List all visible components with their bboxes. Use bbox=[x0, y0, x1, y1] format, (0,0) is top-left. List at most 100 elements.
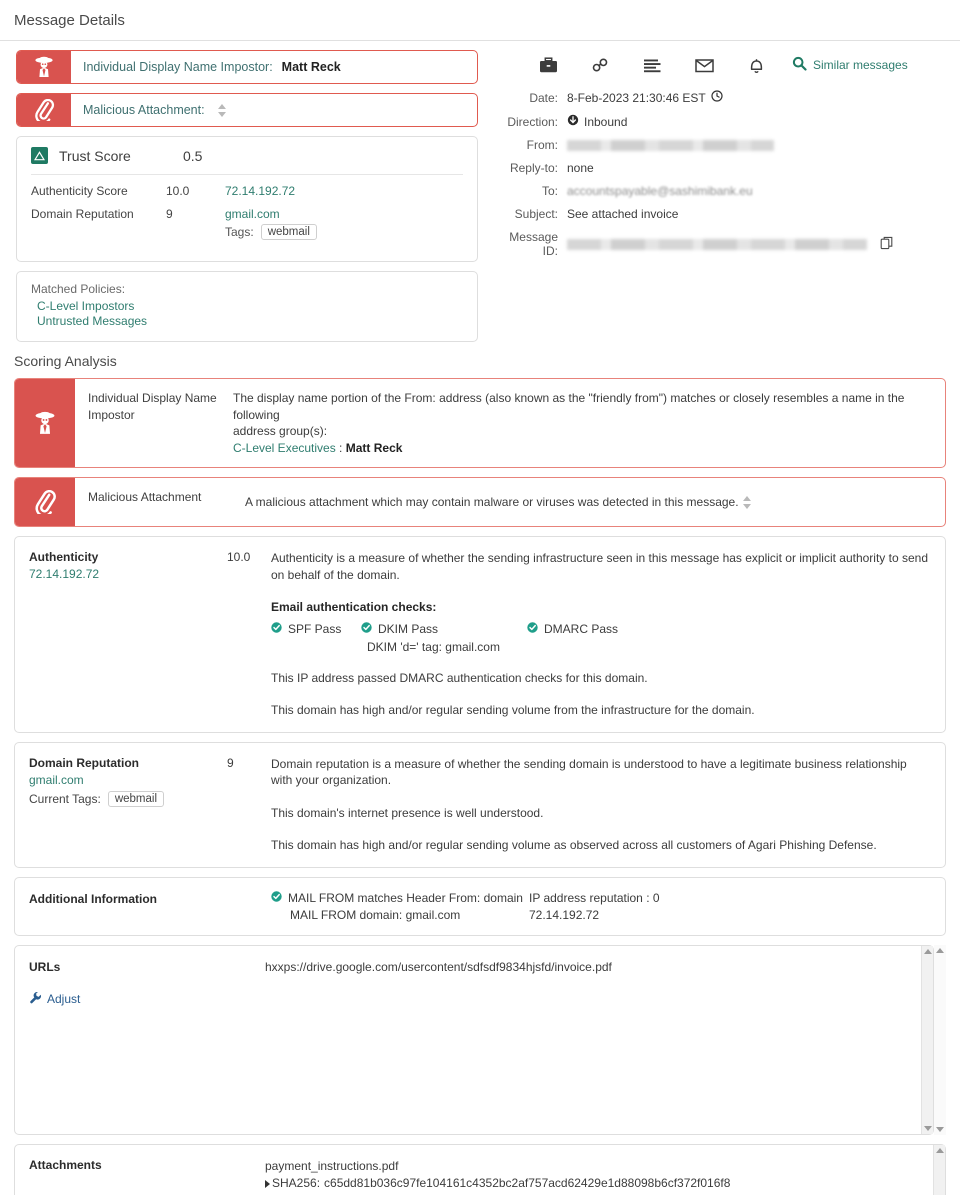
row-score: 9 bbox=[166, 207, 173, 221]
domain-link[interactable]: gmail.com bbox=[29, 773, 219, 787]
alert-malicious-attachment[interactable]: Malicious Attachment: bbox=[16, 93, 478, 127]
attachments-title: Attachments bbox=[29, 1157, 102, 1172]
scoring-alert-name: Individual Display Name Impostor bbox=[88, 391, 217, 422]
email-auth-checks: Email authentication checks: SPF Pass DK… bbox=[271, 599, 929, 656]
attachment-spinner[interactable] bbox=[741, 489, 754, 515]
alert-content: Malicious Attachment: bbox=[71, 94, 477, 126]
row-score: 10.0 bbox=[166, 184, 190, 198]
mail-from-match-label: MAIL FROM matches Header From: domain bbox=[288, 890, 523, 905]
meta-label: Message ID: bbox=[509, 230, 558, 258]
redacted-from-address bbox=[567, 139, 774, 151]
policy-link-c-level-impostors[interactable]: C-Level Impostors bbox=[31, 299, 463, 314]
page-title: Message Details bbox=[14, 12, 125, 29]
matched-policies-label: Matched Policies: bbox=[31, 282, 126, 296]
attachment-sha256[interactable]: SHA256: c65dd81b036c97fe104161c4352bc2af… bbox=[265, 1175, 933, 1192]
headers-icon[interactable] bbox=[626, 52, 678, 78]
scroll-up-icon[interactable] bbox=[923, 948, 932, 954]
meta-row-direction: Direction: Inbound bbox=[494, 114, 944, 129]
dkim-d-tag: DKIM 'd=' tag: gmail.com bbox=[367, 640, 500, 654]
trust-score-card: Trust Score 0.5 Authenticity Score 10.0 … bbox=[16, 136, 478, 262]
meta-label: Subject: bbox=[514, 207, 558, 221]
trust-score-value: 0.5 bbox=[183, 147, 203, 164]
trust-score-label: Trust Score bbox=[59, 147, 131, 164]
summary-column: Individual Display Name Impostor: Matt R… bbox=[0, 50, 478, 342]
inbound-arrow-icon bbox=[567, 114, 579, 129]
scoring-alert-text-line2: address group(s): bbox=[233, 424, 328, 438]
subject-value: See attached invoice bbox=[567, 207, 679, 221]
link-icon[interactable] bbox=[574, 52, 626, 78]
additional-information-spacer bbox=[227, 878, 271, 935]
check-spf: SPF Pass bbox=[271, 621, 361, 638]
meta-label: To: bbox=[541, 184, 558, 198]
paperclip-icon bbox=[15, 478, 75, 526]
policy-link-untrusted-messages[interactable]: Untrusted Messages bbox=[31, 314, 463, 329]
meta-row-subject: Subject: See attached invoice bbox=[494, 207, 944, 221]
check-label: DKIM Pass bbox=[378, 621, 439, 636]
authenticity-score: 10.0 bbox=[227, 550, 251, 564]
meta-label: Direction: bbox=[507, 114, 558, 129]
domain-reputation-title: Domain Reputation bbox=[29, 755, 139, 770]
authenticity-note-2: This domain has high and/or regular send… bbox=[271, 703, 755, 717]
urls-outer-scrollbar[interactable] bbox=[934, 944, 946, 1135]
scroll-up-icon[interactable] bbox=[935, 1147, 944, 1153]
alert-display-name-impostor[interactable]: Individual Display Name Impostor: Matt R… bbox=[16, 50, 478, 84]
urls-inner-scrollbar[interactable] bbox=[921, 945, 933, 1134]
scroll-down-icon[interactable] bbox=[923, 1125, 932, 1131]
additional-information-body: MAIL FROM matches Header From: domain MA… bbox=[271, 878, 945, 935]
metadata-toolbar: Similar messages bbox=[494, 52, 944, 90]
domain-link[interactable]: gmail.com bbox=[225, 207, 280, 221]
alert-label: Malicious Attachment: bbox=[83, 103, 205, 117]
tags-label: Tags: bbox=[225, 225, 254, 239]
attachments-scrollbar[interactable] bbox=[933, 1144, 945, 1195]
alert-label: Individual Display Name Impostor: bbox=[83, 60, 273, 74]
scoring-analysis-section: Individual Display Name Impostor The dis… bbox=[0, 378, 960, 1195]
authenticity-note-1: This IP address passed DMARC authenticat… bbox=[271, 670, 648, 685]
urls-left: URLs Adjust bbox=[15, 946, 265, 1134]
scoring-alert-name: Malicious Attachment bbox=[88, 490, 202, 504]
briefcase-icon[interactable] bbox=[522, 52, 574, 78]
paperclip-icon bbox=[17, 94, 71, 126]
trust-score-header: Trust Score 0.5 bbox=[31, 147, 463, 174]
message-metadata-column: Similar messages Date: 8-Feb-2023 21:30:… bbox=[478, 50, 944, 342]
additional-information-title: Additional Information bbox=[29, 891, 157, 906]
tag-chip[interactable]: webmail bbox=[107, 790, 164, 807]
tag-chip[interactable]: webmail bbox=[260, 224, 317, 240]
urls-list: hxxps://drive.google.com/usercontent/sdf… bbox=[265, 946, 921, 1134]
meta-row-to: To: accountspayable@sashimibank.eu bbox=[494, 184, 944, 198]
caret-right-icon[interactable] bbox=[265, 1179, 270, 1188]
copy-icon[interactable] bbox=[880, 236, 894, 253]
authenticity-description: Authenticity is a measure of whether the… bbox=[271, 551, 928, 582]
current-tags: Current Tags: webmail bbox=[29, 790, 219, 807]
sha-value: c65dd81b036c97fe104161c4352bc2af757acd62… bbox=[324, 1175, 731, 1190]
trust-row-authenticity: Authenticity Score 10.0 72.14.192.72 bbox=[31, 184, 463, 198]
scroll-up-icon[interactable] bbox=[936, 947, 944, 953]
scoring-alert-text-line1: The display name portion of the From: ad… bbox=[233, 391, 905, 422]
adjust-button[interactable]: Adjust bbox=[29, 991, 257, 1007]
attachment-filename[interactable]: payment_instructions.pdf bbox=[265, 1158, 933, 1175]
mail-from-domain: MAIL FROM domain: gmail.com bbox=[290, 907, 461, 922]
attachment-spinner[interactable] bbox=[216, 97, 229, 123]
meta-label: Date: bbox=[529, 90, 558, 105]
authenticity-ip-link[interactable]: 72.14.192.72 bbox=[225, 184, 295, 198]
similar-messages-button[interactable]: Similar messages bbox=[792, 56, 908, 74]
meta-value bbox=[567, 236, 894, 253]
check-dmarc: DMARC Pass bbox=[527, 621, 618, 638]
clock-icon[interactable] bbox=[711, 90, 723, 105]
adjust-label: Adjust bbox=[47, 991, 81, 1006]
message-details-page: Message Details Individual Display Name … bbox=[0, 0, 960, 1195]
scroll-down-icon[interactable] bbox=[936, 1126, 944, 1132]
bell-icon[interactable] bbox=[730, 52, 782, 78]
authenticity-body: Authenticity is a measure of whether the… bbox=[271, 537, 945, 732]
to-value: accountspayable@sashimibank.eu bbox=[567, 184, 753, 198]
envelope-icon[interactable] bbox=[678, 52, 730, 78]
wrench-icon bbox=[29, 991, 42, 1007]
urls-card: URLs Adjust hxxps://drive.google.com/use… bbox=[14, 944, 934, 1135]
meta-value bbox=[567, 139, 774, 151]
matched-policies-card: Matched Policies: C-Level Impostors Untr… bbox=[16, 271, 478, 342]
authenticity-ip-link[interactable]: 72.14.192.72 bbox=[29, 567, 219, 581]
direction-value: Inbound bbox=[584, 114, 628, 129]
search-icon bbox=[792, 56, 807, 74]
urls-row: URLs Adjust hxxps://drive.google.com/use… bbox=[14, 944, 946, 1144]
check-label: DMARC Pass bbox=[544, 621, 619, 636]
url-item[interactable]: hxxps://drive.google.com/usercontent/sdf… bbox=[265, 960, 921, 974]
